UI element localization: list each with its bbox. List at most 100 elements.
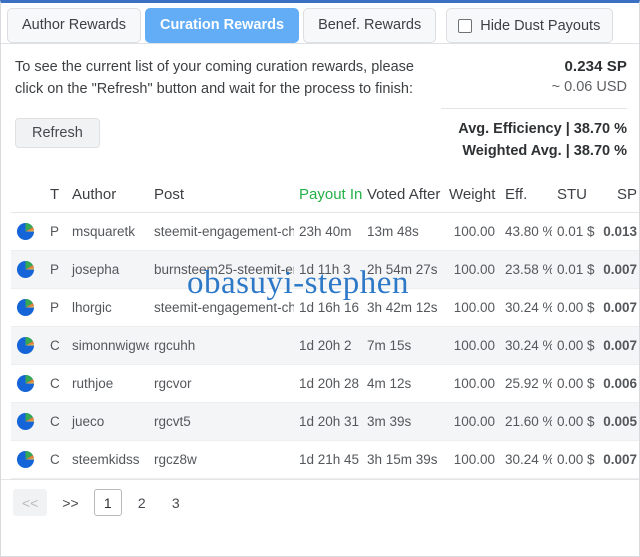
col-header-weight[interactable]: Weight [444, 180, 500, 213]
row-eff: 30.24 % [500, 326, 552, 365]
weighted-avg-stat: Weighted Avg. | 38.70 % [462, 142, 627, 159]
row-type-icon [11, 440, 45, 479]
tab-author-rewards[interactable]: Author Rewards [7, 8, 141, 43]
summary-panel: 0.234 SP ~ 0.06 USD Avg. Efficiency | 38… [441, 56, 627, 163]
pagination-first-button[interactable]: << [13, 489, 48, 516]
info-description: To see the current list of your coming c… [15, 59, 414, 98]
row-stu: 0.00 $ [552, 440, 598, 479]
table-header-row: T Author Post Payout In Voted After Weig… [11, 180, 639, 213]
table-row[interactable]: Csimonnwigwe rgcuhh 1d 20h 2 7m 15s 100.00 30… [11, 326, 639, 365]
row-weight: 100.00 [444, 402, 500, 441]
table-row[interactable]: Cruthjoe rgcvor 1d 20h 28 4m 12s 100.00 25.92… [11, 364, 639, 403]
row-type-icon [11, 326, 45, 365]
table-row[interactable]: Plhorgic steemit-engagement-cha 1d 16h 16 3… [11, 288, 639, 327]
row-type: P [45, 250, 67, 289]
curation-rewards-window: Author Rewards Curation Rewards Benef. R… [0, 0, 640, 557]
row-weight: 100.00 [444, 364, 500, 403]
pagination-page-3[interactable]: 3 [162, 489, 190, 516]
row-payout-in: 1d 21h 45 [294, 440, 362, 479]
col-header-icon[interactable] [11, 180, 45, 213]
refresh-button-label: Refresh [32, 125, 83, 142]
row-author-link[interactable]: lhorgic [67, 288, 149, 327]
row-payout-in: 23h 40m [294, 212, 362, 251]
row-weight: 100.00 [444, 440, 500, 479]
info-panel: To see the current list of your coming c… [1, 44, 639, 180]
hide-dust-payouts-toggle[interactable]: Hide Dust Payouts [446, 8, 614, 43]
row-type-icon [11, 364, 45, 403]
row-voted-after: 7m 15s [362, 326, 444, 365]
tab-curation-rewards[interactable]: Curation Rewards [144, 8, 300, 43]
row-author-link[interactable]: steemkidss [67, 440, 149, 479]
row-post-link[interactable]: steemit-engagement-cha [149, 212, 294, 251]
table-row[interactable]: Cjueco rgcvt5 1d 20h 31 3m 39s 100.00 21.60 %… [11, 402, 639, 441]
row-payout-in: 1d 20h 31 [294, 402, 362, 441]
tab-author-rewards-label: Author Rewards [22, 17, 126, 34]
row-voted-after: 3h 15m 39s [362, 440, 444, 479]
row-stu: 0.00 $ [552, 364, 598, 403]
row-author-link[interactable]: msquaretk [67, 212, 149, 251]
row-stu: 0.00 $ [552, 402, 598, 441]
row-sp: 0.006 [598, 364, 639, 403]
row-author-link[interactable]: ruthjoe [67, 364, 149, 403]
row-voted-after: 2h 54m 27s [362, 250, 444, 289]
row-eff: 30.24 % [500, 440, 552, 479]
row-author-link[interactable]: josepha [67, 250, 149, 289]
table-row[interactable]: Pmsquaretk steemit-engagement-cha 23h 40m 1… [11, 212, 639, 251]
row-payout-in: 1d 11h 3 [294, 250, 362, 289]
row-post-link[interactable]: rgcz8w [149, 440, 294, 479]
avg-efficiency-stat: Avg. Efficiency | 38.70 % [458, 121, 627, 137]
row-type: C [45, 326, 67, 365]
table-row[interactable]: Pjosepha burnsteem25-steemit-en 1d 11h 3 2h… [11, 250, 639, 289]
col-header-payout-in[interactable]: Payout In [294, 180, 362, 213]
row-post-link[interactable]: rgcvt5 [149, 402, 294, 441]
row-stu: 0.01 $ [552, 212, 598, 251]
row-type-icon [11, 288, 45, 327]
row-sp: 0.007 [598, 250, 639, 289]
tab-curation-rewards-label: Curation Rewards [159, 17, 285, 34]
row-voted-after: 3h 42m 12s [362, 288, 444, 327]
col-header-author[interactable]: Author [67, 180, 149, 213]
pagination: << >> 1 2 3 [1, 479, 639, 525]
row-post-link[interactable]: rgcuhh [149, 326, 294, 365]
row-eff: 30.24 % [500, 288, 552, 327]
tab-bar: Author Rewards Curation Rewards Benef. R… [1, 3, 639, 44]
row-type: C [45, 402, 67, 441]
row-sp: 0.007 [598, 326, 639, 365]
row-type: C [45, 440, 67, 479]
row-post-link[interactable]: rgcvor [149, 364, 294, 403]
row-eff: 43.80 % [500, 212, 552, 251]
row-type: C [45, 364, 67, 403]
tab-benef-rewards[interactable]: Benef. Rewards [303, 8, 437, 43]
row-eff: 21.60 % [500, 402, 552, 441]
rewards-table-container: T Author Post Payout In Voted After Weig… [1, 180, 639, 479]
col-header-voted-after[interactable]: Voted After [362, 180, 444, 213]
refresh-button[interactable]: Refresh [15, 118, 100, 149]
pagination-page-2[interactable]: 2 [128, 489, 156, 516]
col-header-eff[interactable]: Eff. [500, 180, 552, 213]
row-type-icon [11, 402, 45, 441]
row-post-link[interactable]: steemit-engagement-cha [149, 288, 294, 327]
row-type: P [45, 212, 67, 251]
row-author-link[interactable]: jueco [67, 402, 149, 441]
checkbox-icon[interactable] [458, 18, 473, 33]
table-head: T Author Post Payout In Voted After Weig… [11, 180, 639, 213]
hide-dust-payouts-label: Hide Dust Payouts [480, 17, 601, 34]
row-sp: 0.013 [598, 212, 639, 251]
row-type-icon [11, 250, 45, 289]
row-eff: 25.92 % [500, 364, 552, 403]
row-weight: 100.00 [444, 326, 500, 365]
row-post-link[interactable]: burnsteem25-steemit-en [149, 250, 294, 289]
col-header-type[interactable]: T [45, 180, 67, 213]
row-payout-in: 1d 20h 2 [294, 326, 362, 365]
col-header-post[interactable]: Post [149, 180, 294, 213]
pagination-next-button[interactable]: >> [53, 489, 87, 516]
table-row[interactable]: Csteemkidss rgcz8w 1d 21h 45 3h 15m 39s 100.… [11, 440, 639, 479]
row-voted-after: 4m 12s [362, 364, 444, 403]
col-header-stu[interactable]: STU [552, 180, 598, 213]
row-author-link[interactable]: simonnwigwe [67, 326, 149, 365]
col-header-sp[interactable]: SP [598, 180, 639, 213]
row-payout-in: 1d 20h 28 [294, 364, 362, 403]
rewards-table: T Author Post Payout In Voted After Weig… [11, 180, 639, 479]
row-stu: 0.00 $ [552, 288, 598, 327]
pagination-page-1[interactable]: 1 [93, 489, 122, 516]
